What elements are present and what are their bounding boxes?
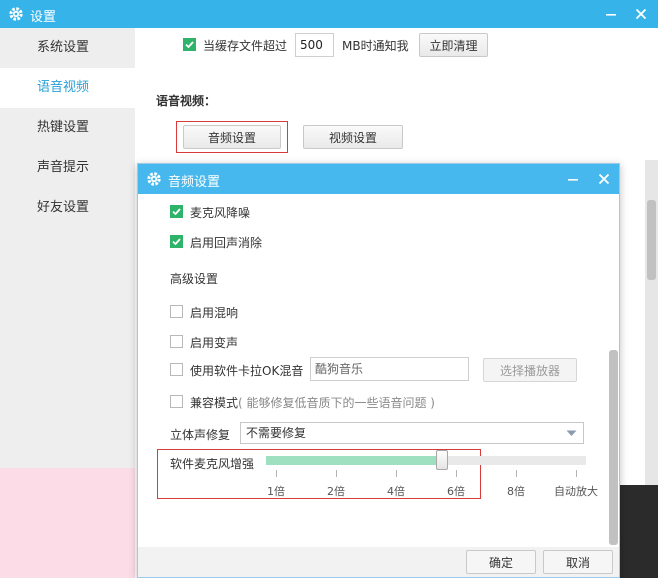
karaoke-label: 使用软件卡拉OK混音	[190, 364, 304, 378]
compat-mode-hint: ( 能够修复低音质下的一些语音问题 )	[238, 396, 435, 410]
reverb-label: 启用混响	[190, 306, 239, 320]
mic-boost-label: 软件麦克风增强	[170, 457, 255, 471]
background-strip	[620, 485, 658, 578]
cancel-button[interactable]: 取消	[543, 550, 613, 574]
mic-boost-tick	[336, 470, 337, 477]
noise-reduction-checkbox[interactable]	[170, 205, 183, 218]
cache-notify-checkbox[interactable]	[183, 38, 196, 51]
dialog-title: 音频设置	[168, 175, 221, 190]
voice-change-checkbox[interactable]	[170, 335, 183, 348]
gear-icon	[9, 7, 23, 21]
stereo-fix-selected: 不需要修复	[246, 426, 307, 440]
checkmark-icon	[172, 238, 181, 246]
mic-boost-tick	[276, 470, 277, 477]
checkmark-icon	[185, 41, 194, 49]
cache-size-input[interactable]: 500	[295, 33, 334, 57]
mic-boost-slider-handle[interactable]	[436, 450, 448, 470]
close-icon	[598, 173, 610, 185]
mic-boost-tick-label: 1倍	[267, 485, 285, 498]
sidebar: 系统设置 语音视频 热键设置 声音提示 好友设置	[0, 28, 135, 468]
dialog-footer: 确定 取消	[138, 547, 619, 577]
dialog-title-bar: 音频设置	[138, 164, 619, 194]
dialog-scrollbar-thumb[interactable]	[609, 350, 618, 545]
dialog-body: 麦克风降噪 启用回声消除 高级设置 启用混响 启用变声 使用软件卡拉OK混音 酷…	[138, 194, 619, 547]
choose-player-button[interactable]: 选择播放器	[483, 358, 577, 382]
audio-settings-button[interactable]: 音频设置	[183, 125, 281, 149]
main-title-bar: 设置	[0, 0, 658, 28]
main-scrollbar-thumb[interactable]	[647, 200, 656, 280]
sidebar-item-voice-video[interactable]: 语音视频	[0, 68, 135, 108]
mic-boost-tick-label: 4倍	[387, 485, 405, 498]
advanced-settings-title: 高级设置	[170, 272, 219, 286]
mic-boost-tick	[456, 470, 457, 477]
compat-mode-label: 兼容模式	[190, 396, 239, 410]
reverb-checkbox[interactable]	[170, 305, 183, 318]
clear-cache-button[interactable]: 立即清理	[419, 33, 488, 57]
section-title-voice-video: 语音视频：	[156, 94, 217, 108]
close-icon	[635, 8, 647, 20]
mic-boost-tick	[576, 470, 577, 477]
karaoke-checkbox[interactable]	[170, 363, 183, 376]
mic-boost-tick-label: 6倍	[447, 485, 465, 498]
mic-boost-tick	[396, 470, 397, 477]
minimize-icon	[568, 179, 578, 181]
window-title: 设置	[30, 10, 57, 25]
sidebar-item-system[interactable]: 系统设置	[0, 28, 135, 68]
stereo-fix-label: 立体声修复	[170, 428, 231, 442]
audio-settings-dialog: 音频设置 麦克风降噪 启用回声消除 高级设置 启用混响 启用变声 使用软件卡拉O…	[137, 163, 620, 578]
dialog-minimize-button[interactable]	[562, 168, 584, 190]
sidebar-item-sound-alerts[interactable]: 声音提示	[0, 148, 135, 188]
sidebar-item-friends[interactable]: 好友设置	[0, 188, 135, 228]
mic-boost-tick	[516, 470, 517, 477]
minimize-icon	[606, 14, 616, 16]
mic-boost-tick-label: 2倍	[327, 485, 345, 498]
echo-cancel-label: 启用回声消除	[190, 236, 263, 250]
dialog-close-button[interactable]	[593, 168, 615, 190]
mic-boost-slider-fill	[266, 456, 442, 465]
stereo-fix-select[interactable]: 不需要修复	[240, 422, 584, 444]
mic-boost-tick-label: 8倍	[507, 485, 525, 498]
mic-boost-tick-label: 自动放大	[554, 485, 598, 498]
gear-icon	[147, 172, 161, 186]
checkmark-icon	[172, 208, 181, 216]
minimize-button[interactable]	[600, 3, 622, 25]
ok-button[interactable]: 确定	[466, 550, 536, 574]
voice-change-label: 启用变声	[190, 336, 239, 350]
compat-mode-checkbox[interactable]	[170, 395, 183, 408]
close-button[interactable]	[630, 3, 652, 25]
cache-label-before: 当缓存文件超过	[203, 39, 288, 53]
sidebar-bottom-panel	[0, 468, 137, 578]
video-settings-button[interactable]: 视频设置	[303, 125, 403, 149]
chevron-down-icon	[566, 430, 577, 436]
noise-reduction-label: 麦克风降噪	[190, 206, 251, 220]
sidebar-item-hotkeys[interactable]: 热键设置	[0, 108, 135, 148]
karaoke-player-input[interactable]: 酷狗音乐	[310, 357, 469, 381]
echo-cancel-checkbox[interactable]	[170, 235, 183, 248]
cache-label-after: MB时通知我	[342, 39, 409, 53]
